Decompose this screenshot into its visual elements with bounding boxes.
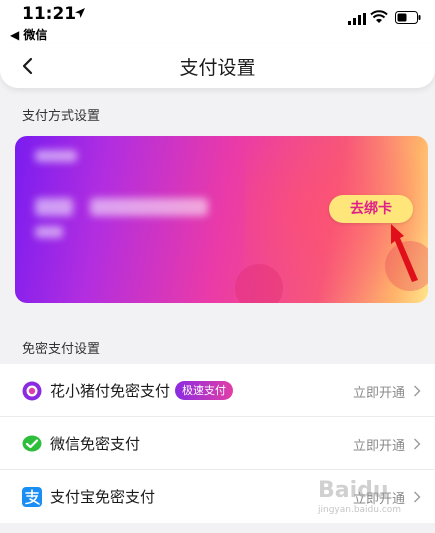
activate-link[interactable]: 立即开通 — [353, 382, 405, 401]
item-label: 花小猪付免密支付 — [50, 382, 171, 400]
wechat-icon — [22, 435, 42, 452]
blurred-card-number — [90, 198, 208, 216]
bind-card-button[interactable]: 去绑卡 — [329, 195, 413, 223]
payment-method-section-label: 支付方式设置 — [22, 109, 101, 124]
item-label: 微信免密支付 — [50, 435, 141, 453]
chevron-right-icon — [414, 385, 421, 397]
alipay-icon — [22, 487, 42, 507]
nav-bar: 支付设置 — [0, 44, 435, 88]
speed-pay-badge: 极速支付 — [175, 381, 233, 400]
back-to-app-link[interactable]: ◀ 微信 — [10, 26, 47, 43]
page-title: 支付设置 — [179, 57, 256, 79]
nopass-section-label: 免密支付设置 — [22, 342, 101, 357]
wifi-icon — [370, 10, 388, 23]
status-time: 11:21 — [22, 4, 77, 24]
battery-icon — [395, 11, 421, 24]
item-label: 支付宝免密支付 — [50, 488, 156, 506]
piggy-pay-icon — [22, 381, 42, 401]
cellular-signal-icon — [348, 13, 366, 25]
chevron-right-icon — [414, 438, 421, 450]
activate-link[interactable]: 立即开通 — [353, 435, 405, 454]
status-bar: 11:21 ◀ 微信 — [0, 0, 435, 44]
red-arrow-annotation-icon — [391, 224, 418, 282]
baidu-watermark: Baidu — [318, 478, 389, 503]
list-item-piggy-pay[interactable]: 花小猪付免密支付 极速支付 立即开通 — [0, 364, 435, 417]
location-arrow-icon — [75, 8, 85, 18]
baidu-watermark-url: jingyan.baidu.com — [318, 505, 402, 515]
blurred-card-name — [35, 198, 73, 216]
chevron-right-icon — [414, 491, 421, 503]
blurred-bank-logo — [35, 150, 77, 162]
list-item-wechat-pay[interactable]: 微信免密支付 立即开通 — [0, 417, 435, 470]
blurred-card-type — [35, 226, 63, 238]
bank-card[interactable]: 去绑卡 — [15, 136, 428, 303]
